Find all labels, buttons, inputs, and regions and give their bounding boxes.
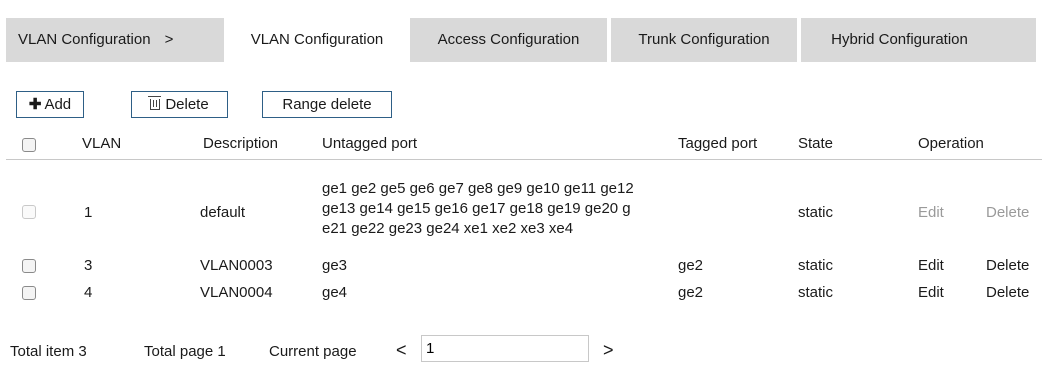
untagged-ports: ge4 [322,284,348,301]
range-delete-button-label: Range delete [282,96,372,113]
untagged-ports-line: e21 ge22 ge23 ge24 xe1 xe2 xe3 xe4 [322,220,574,237]
add-button-label: Add [44,96,72,113]
untagged-ports: ge3 [322,257,348,274]
vlan-description: default [200,204,246,221]
vlan-id: 1 [84,204,93,221]
breadcrumb-root: VLAN Configuration [18,31,151,48]
tab-label: Hybrid Configuration [831,31,968,48]
breadcrumb: VLAN Configuration > [6,18,220,62]
vlan-id: 3 [84,257,93,274]
table-row: 4 VLAN0004 ge4 ge2 static Edit Delete [6,284,1042,306]
delete-link[interactable]: Delete [986,257,1029,274]
vlan-description: VLAN0004 [200,284,273,301]
tab-label: Trunk Configuration [638,31,770,48]
edit-link: Edit [918,204,944,221]
column-header-vlan: VLAN [82,135,122,152]
prev-page-button[interactable]: < [396,340,407,361]
column-header-untagged-port: Untagged port [322,135,418,152]
vlan-state: static [798,204,834,221]
untagged-ports: ge1 ge2 ge5 ge6 ge7 ge8 ge9 ge10 ge11 ge… [322,179,682,239]
range-delete-button[interactable]: Range delete [262,91,392,118]
select-all-checkbox[interactable] [22,138,36,152]
row-checkbox[interactable] [22,205,36,219]
add-button[interactable]: ✚ Add [16,91,84,118]
column-header-tagged-port: Tagged port [678,135,758,152]
vlan-id: 4 [84,284,93,301]
plus-icon: ✚ [28,96,42,113]
breadcrumb-separator: > [164,31,174,48]
vlan-state: static [798,284,834,301]
untagged-ports-line: ge13 ge14 ge15 ge16 ge17 ge18 ge19 ge20 … [322,200,631,217]
column-header-state: State [798,135,834,152]
table-header: VLAN Description Untagged port Tagged po… [6,130,1042,160]
total-pages: Total page 1 [144,343,226,360]
tagged-ports: ge2 [678,284,704,301]
tab-trunk-configuration[interactable]: Trunk Configuration [611,18,801,62]
column-header-operation: Operation [918,135,984,152]
delete-link: Delete [986,204,1030,221]
edit-link[interactable]: Edit [918,257,944,274]
tagged-ports: ge2 [678,257,704,274]
current-page-label: Current page [269,343,357,360]
vlan-description: VLAN0003 [200,257,273,274]
tab-label: Access Configuration [437,31,580,48]
edit-link[interactable]: Edit [918,284,944,301]
current-page-input[interactable] [421,335,589,362]
trash-icon [148,96,162,110]
table-row: 3 VLAN0003 ge3 ge2 static Edit Delete [6,257,1042,279]
tab-bar: VLAN Configuration > VLAN Configuration A… [6,18,1036,66]
delete-button[interactable]: Delete [131,91,228,118]
total-items: Total item 3 [10,343,87,360]
delete-link[interactable]: Delete [986,284,1029,301]
next-page-button[interactable]: > [603,340,614,361]
row-checkbox[interactable] [22,259,36,273]
delete-button-label: Delete [165,96,209,113]
tab-vlan-configuration[interactable]: VLAN Configuration [224,18,410,66]
table-row: 1 default ge1 ge2 ge5 ge6 ge7 ge8 ge9 ge… [6,178,1042,250]
vlan-state: static [798,257,834,274]
tab-access-configuration[interactable]: Access Configuration [410,18,611,62]
row-checkbox[interactable] [22,286,36,300]
tab-label: VLAN Configuration [250,31,384,48]
untagged-ports-line: ge1 ge2 ge5 ge6 ge7 ge8 ge9 ge10 ge11 ge… [322,180,634,197]
column-header-description: Description [203,135,279,152]
tab-hybrid-configuration[interactable]: Hybrid Configuration [801,18,998,62]
